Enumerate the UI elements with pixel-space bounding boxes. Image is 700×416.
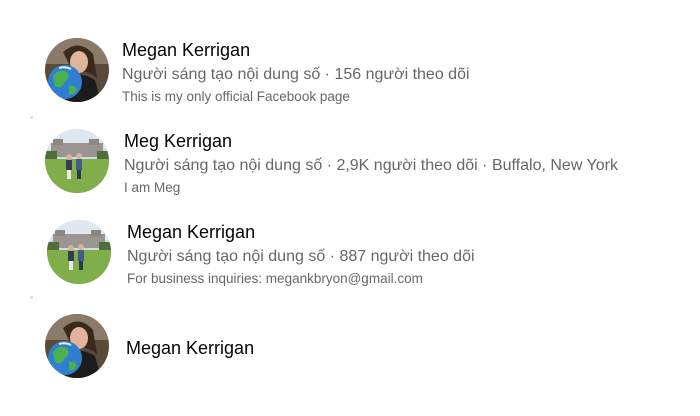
globe-portrait-avatar[interactable] xyxy=(45,38,109,102)
result-name[interactable]: Megan Kerrigan xyxy=(126,337,254,359)
result-name[interactable]: Megan Kerrigan xyxy=(122,39,470,61)
result-description: For business inquiries: megankbryon@gmai… xyxy=(127,271,423,286)
globe-portrait-avatar[interactable] xyxy=(45,314,109,378)
result-name[interactable]: Meg Kerrigan xyxy=(124,130,618,152)
search-result-3[interactable]: Megan Kerrigan Người sáng tạo nội dung s… xyxy=(0,210,700,290)
search-result-4[interactable]: Megan Kerrigan xyxy=(0,305,700,385)
result-meta: Người sáng tạo nội dung số · 156 người t… xyxy=(122,66,470,83)
edge-speck xyxy=(30,116,33,119)
golf-course-couple-avatar[interactable] xyxy=(45,129,109,193)
golf-course-couple-avatar[interactable] xyxy=(47,220,111,284)
result-description: I am Meg xyxy=(124,180,181,195)
search-result-2[interactable]: Meg Kerrigan Người sáng tạo nội dung số … xyxy=(0,120,700,200)
result-description: This is my only official Facebook page xyxy=(122,89,350,104)
result-meta: Người sáng tạo nội dung số · 887 người t… xyxy=(127,248,475,265)
result-meta: Người sáng tạo nội dung số · 2,9K người … xyxy=(124,157,618,174)
result-name[interactable]: Megan Kerrigan xyxy=(127,221,475,243)
search-result-1[interactable]: Megan Kerrigan Người sáng tạo nội dung s… xyxy=(0,30,700,110)
edge-speck xyxy=(30,296,33,299)
